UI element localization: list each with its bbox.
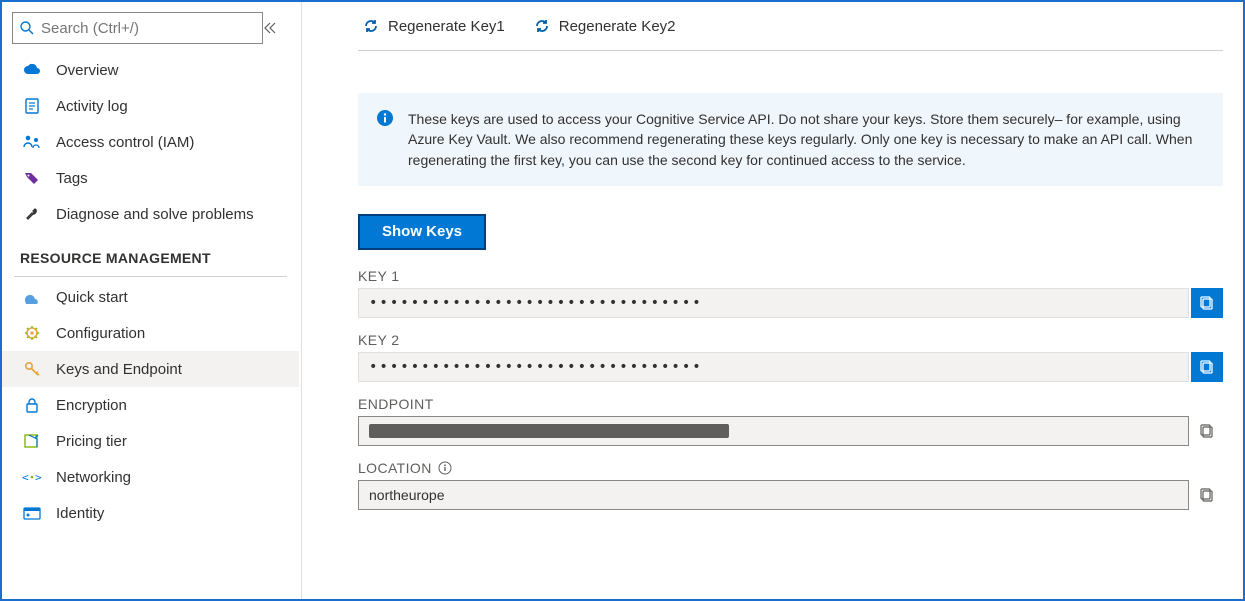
copy-icon — [1199, 423, 1215, 439]
copy-icon — [1199, 295, 1215, 311]
sidebar-item-configuration[interactable]: Configuration — [2, 315, 299, 351]
sidebar-item-label: Activity log — [56, 98, 128, 115]
sidebar-item-access-control[interactable]: Access control (IAM) — [2, 124, 299, 160]
configuration-icon — [22, 323, 42, 343]
info-banner: These keys are used to access your Cogni… — [358, 93, 1223, 186]
sidebar-item-label: Networking — [56, 469, 131, 486]
location-row: northeurope — [358, 480, 1223, 510]
search-icon — [19, 20, 35, 36]
topbar-btn-label: Regenerate Key1 — [388, 18, 505, 35]
sidebar-item-overview[interactable]: Overview — [2, 52, 299, 88]
endpoint-row — [358, 416, 1223, 446]
search-input[interactable] — [35, 20, 256, 37]
collapse-sidebar-button[interactable] — [263, 21, 293, 35]
sidebar-item-networking[interactable]: <> Networking — [2, 459, 299, 495]
sidebar-item-tags[interactable]: Tags — [2, 160, 299, 196]
key2-label: KEY 2 — [358, 332, 1223, 348]
sidebar-item-pricing-tier[interactable]: Pricing tier — [2, 423, 299, 459]
key1-row: •••••••••••••••••••••••••••••••• — [358, 288, 1223, 318]
copy-endpoint-button[interactable] — [1191, 416, 1223, 446]
topbar-btn-label: Regenerate Key2 — [559, 18, 676, 35]
sidebar-item-label: Identity — [56, 505, 104, 522]
section-header-resource-management: RESOURCE MANAGEMENT — [2, 232, 299, 272]
key2-row: •••••••••••••••••••••••••••••••• — [358, 352, 1223, 382]
endpoint-label: ENDPOINT — [358, 396, 1223, 412]
sidebar-item-label: Keys and Endpoint — [56, 361, 182, 378]
access-control-icon — [22, 132, 42, 152]
sidebar-item-label: Pricing tier — [56, 433, 127, 450]
wrench-icon — [22, 204, 42, 224]
key-icon — [22, 359, 42, 379]
sidebar-item-keys-and-endpoint[interactable]: Keys and Endpoint — [2, 351, 299, 387]
key1-label: KEY 1 — [358, 268, 1223, 284]
copy-location-button[interactable] — [1191, 480, 1223, 510]
section-divider — [14, 276, 287, 277]
networking-icon: <> — [22, 467, 42, 487]
info-text: These keys are used to access your Cogni… — [408, 109, 1205, 170]
regenerate-key1-button[interactable]: Regenerate Key1 — [362, 17, 505, 35]
location-label-text: LOCATION — [358, 460, 432, 476]
searchbox[interactable] — [12, 12, 263, 44]
main: Regenerate Key1 Regenerate Key2 These ke… — [302, 2, 1243, 599]
show-keys-button[interactable]: Show Keys — [358, 214, 486, 250]
tag-icon — [22, 168, 42, 188]
refresh-icon — [533, 17, 551, 35]
sidebar-item-label: Encryption — [56, 397, 127, 414]
endpoint-value[interactable] — [358, 416, 1189, 446]
sidebar-item-label: Access control (IAM) — [56, 134, 194, 151]
info-hint-icon[interactable] — [438, 461, 452, 475]
sidebar-item-label: Configuration — [56, 325, 145, 342]
topbar: Regenerate Key1 Regenerate Key2 — [302, 2, 1223, 50]
sidebar-scroll[interactable]: Overview Activity log Access control (IA… — [2, 52, 301, 599]
pricing-tier-icon — [22, 431, 42, 451]
identity-icon — [22, 503, 42, 523]
sidebar-item-activity-log[interactable]: Activity log — [2, 88, 299, 124]
sidebar: Overview Activity log Access control (IA… — [2, 2, 302, 599]
sidebar-item-label: Quick start — [56, 289, 128, 306]
search-row — [2, 8, 301, 52]
endpoint-redacted — [369, 424, 729, 438]
key2-value[interactable]: •••••••••••••••••••••••••••••••• — [358, 352, 1189, 382]
key1-value[interactable]: •••••••••••••••••••••••••••••••• — [358, 288, 1189, 318]
sidebar-item-diagnose[interactable]: Diagnose and solve problems — [2, 196, 299, 232]
refresh-icon — [362, 17, 380, 35]
copy-key1-button[interactable] — [1191, 288, 1223, 318]
location-value[interactable]: northeurope — [358, 480, 1189, 510]
copy-icon — [1199, 359, 1215, 375]
content: These keys are used to access your Cogni… — [302, 51, 1223, 524]
sidebar-item-identity[interactable]: Identity — [2, 495, 299, 531]
copy-key2-button[interactable] — [1191, 352, 1223, 382]
svg-text:>: > — [35, 471, 42, 484]
sidebar-item-label: Diagnose and solve problems — [56, 206, 254, 223]
copy-icon — [1199, 487, 1215, 503]
sidebar-item-quick-start[interactable]: Quick start — [2, 279, 299, 315]
lock-icon — [22, 395, 42, 415]
info-icon — [376, 109, 396, 129]
location-label: LOCATION — [358, 460, 1223, 476]
regenerate-key2-button[interactable]: Regenerate Key2 — [533, 17, 676, 35]
sidebar-item-label: Tags — [56, 170, 88, 187]
cloud-icon — [22, 60, 42, 80]
svg-text:<: < — [22, 471, 29, 484]
activity-log-icon — [22, 96, 42, 116]
sidebar-item-label: Overview — [56, 62, 119, 79]
sidebar-item-encryption[interactable]: Encryption — [2, 387, 299, 423]
quickstart-icon — [22, 287, 42, 307]
